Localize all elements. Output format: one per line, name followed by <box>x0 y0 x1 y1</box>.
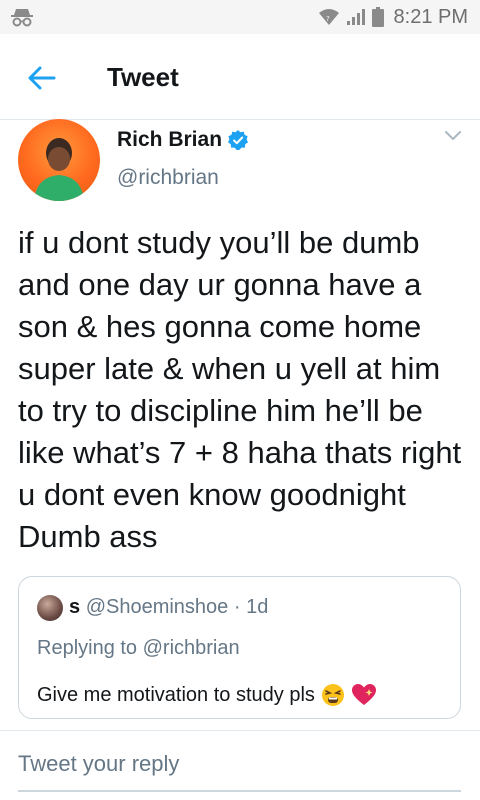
reply-placeholder: Tweet your reply <box>18 751 180 776</box>
tired-face-emoji <box>321 684 344 706</box>
quoted-age: 1d <box>246 596 269 618</box>
avatar[interactable] <box>18 119 100 201</box>
divider <box>0 730 480 731</box>
quoted-handle: @Shoeminshoe <box>85 596 229 618</box>
incognito-icon <box>11 9 33 27</box>
back-arrow-icon[interactable] <box>26 62 58 94</box>
battery-icon <box>371 7 384 27</box>
status-bar: ? 8:21 PM <box>0 0 480 34</box>
quoted-avatar[interactable] <box>37 595 63 621</box>
chevron-down-icon[interactable] <box>444 130 462 142</box>
page-title: Tweet <box>107 62 179 92</box>
quoted-tweet[interactable]: s @Shoeminshoe · 1d Replying to @richbri… <box>18 576 461 719</box>
quoted-user-line: s @Shoeminshoe · 1d <box>69 596 268 619</box>
verified-badge-icon <box>228 130 249 150</box>
author-name[interactable]: Rich Brian <box>117 128 249 152</box>
svg-text:?: ? <box>326 15 330 23</box>
header: Tweet <box>0 34 480 120</box>
avatar-image <box>34 138 84 201</box>
author-handle[interactable]: @richbrian <box>117 166 219 190</box>
clock: 8:21 PM <box>393 5 468 28</box>
tweet-text: if u dont study you’ll be dumb and one d… <box>18 225 462 554</box>
quoted-text-line: Give me motivation to study pls <box>37 683 377 707</box>
separator-dot: · <box>233 596 241 618</box>
sparkling-heart-emoji <box>351 684 376 705</box>
quoted-text: Give me motivation to study pls <box>37 683 315 706</box>
signal-icon <box>346 9 365 25</box>
quoted-name: s <box>69 596 81 618</box>
status-indicators: ? 8:21 PM <box>318 0 468 34</box>
reply-input[interactable]: Tweet your reply <box>18 748 461 792</box>
replying-to: Replying to @richbrian <box>37 637 240 659</box>
author-name-text: Rich Brian <box>117 128 223 151</box>
wifi-icon: ? <box>318 9 339 25</box>
